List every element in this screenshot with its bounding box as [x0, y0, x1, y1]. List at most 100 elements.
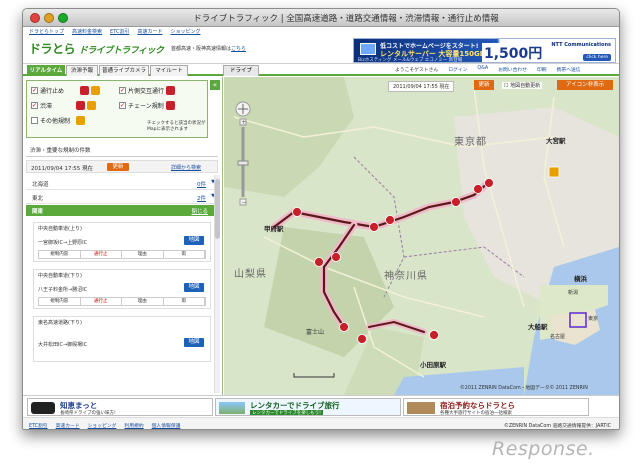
road-name: 東名高速道路(下り) [38, 320, 82, 326]
road-map-button[interactable]: 地図 [184, 236, 204, 245]
checkbox-congestion[interactable]: ✓ [31, 102, 38, 109]
road-card: 中央自動車道(下り) 八王子料金所→勝沼IC 地図 規制内容 通行止 理由 雨 [33, 269, 211, 309]
scrollbar-thumb[interactable] [215, 179, 220, 239]
collapse-sidebar-button[interactable]: « [210, 80, 220, 90]
mobile-link[interactable]: 携帯へ送信 [557, 66, 581, 73]
filter-closure[interactable]: ✓ 通行止め [31, 86, 101, 95]
road-section: 八王子料金所→勝沼IC [38, 287, 88, 293]
minimap-label-nagoya: 名古屋 [550, 334, 566, 340]
topnav-link[interactable]: 高速カード [137, 28, 162, 35]
footer-link[interactable]: 利用規約 [124, 422, 143, 429]
footer-copyright: ©ZENRIN DataCom 道路交通情報提供：JARTIC [504, 424, 611, 429]
top-nav: ドラとらトップ 高速料金検索 ETC割引 高速カード ショッピング [23, 27, 619, 36]
checkbox-alternate[interactable]: ✓ [119, 87, 126, 94]
sidebar-scrollbar[interactable] [214, 175, 220, 393]
sidebar-update-button[interactable]: 更新 [107, 163, 129, 171]
close-window-button[interactable] [30, 13, 40, 23]
banner-row: 知恵まっと 長崎県ドライブの強い味方! レンタカーでドライブ旅行 レンタカーでド… [23, 395, 619, 417]
logo-main: ドラとら [29, 42, 76, 56]
banner-hotel[interactable]: 宿泊予約ならドラとら 各種大手旅行サイトの宿泊一括検索 [403, 398, 589, 416]
checkbox-other[interactable] [31, 117, 38, 124]
filter-other[interactable]: その他規制 [31, 116, 86, 125]
filter-label: 通行止め [40, 88, 65, 95]
print-link[interactable]: 印刷 [537, 66, 547, 73]
top-advertisement[interactable]: 低コストでホームページをスタート! レンタルサーバー 大容量150GB Bizホ… [353, 38, 616, 63]
ad-price: 1,500円 [482, 43, 545, 62]
region-name: 関東 [32, 209, 44, 215]
response-watermark: Response. [492, 438, 595, 460]
map-update-button[interactable]: 更新 [474, 80, 494, 90]
title-bar: ドライブトラフィック | 全国高速道路・道路交通情報・渋滞情報・通行止め情報 [23, 9, 619, 27]
banner-sub: レンタカーでドライブを楽しもう! [250, 410, 323, 416]
hide-icons-button[interactable]: アイコン非表示 [557, 80, 613, 90]
map-label-odawara: 小田原駅 [420, 361, 446, 369]
tab-bar: リアルタイム 渋滞予報 普通ライブカメラ マイルート ドライブ ようこそゲストさ… [23, 64, 619, 76]
tab-livecamera[interactable]: 普通ライブカメラ [99, 65, 149, 76]
sidebar-timebar: 2011/09/04 17:55 現在 更新 詳細から検索 [26, 160, 218, 173]
site-logo[interactable]: ドラとら ドライブトラフィック [29, 40, 164, 57]
topnav-link[interactable]: ドラとらトップ [29, 28, 64, 35]
minimize-window-button[interactable] [44, 13, 54, 23]
grid-cell: 規制内容 [39, 298, 81, 305]
road-card: 東名高速道路(下り) 大井松田IC→御殿場IC 地図 [33, 316, 211, 362]
tab-realtime[interactable]: リアルタイム [27, 65, 65, 76]
region-close-link[interactable]: 閉じる [191, 207, 208, 215]
checkbox-chain[interactable]: ✓ [119, 102, 126, 109]
login-link[interactable]: ログイン [448, 66, 467, 73]
region-count[interactable]: 0件 [197, 180, 206, 188]
topnav-link[interactable]: ETC割引 [110, 28, 129, 35]
traffic-map[interactable]: + − 2011/09/04 17:55 現在 更新 ☐ 地図自動更新 アイコン… [224, 77, 619, 395]
detail-search-link[interactable]: 詳細から検索 [171, 164, 201, 171]
ad-click-button[interactable]: click here [583, 54, 611, 61]
region-row[interactable]: 北海道 0件 ▼ [26, 176, 218, 190]
road-card: 中央自動車道(上り) 一宮御坂IC→上野原IC 地図 規制内容 通行止 理由 雨 [33, 222, 211, 262]
area-note-link[interactable]: こちら [231, 46, 246, 52]
map-autoupdate-checkbox[interactable]: ☐ 地図自動更新 [502, 82, 543, 89]
footer-link[interactable]: ETC割引 [29, 422, 48, 429]
banner-chiematto[interactable]: 知恵まっと 長崎県ドライブの強い味方! [27, 398, 213, 416]
grid-cell: 雨 [164, 251, 205, 258]
qa-link[interactable]: Q&A [477, 66, 488, 73]
region-name: 東北 [32, 196, 44, 202]
map-copyright: ©2011 ZENRIN DataCom・地図データ© 2011 ZENRIN [460, 386, 588, 391]
other-regulation-icon [76, 116, 86, 125]
footer-link[interactable]: 高速カード [56, 422, 80, 429]
topnav-link[interactable]: ショッピング [170, 28, 200, 35]
road-name: 中央自動車道(上り) [38, 226, 82, 232]
region-count[interactable]: 2件 [197, 194, 206, 202]
filter-note: チェックすると該当の状況がMapに表示されます [147, 121, 206, 132]
site-header: ドラとら ドライブトラフィック 首都高速・阪神高速情報はこちら 低コストでホーム… [23, 36, 619, 64]
tab-myroute[interactable]: マイルート [150, 65, 188, 76]
banner-rentacar[interactable]: レンタカーでドライブ旅行 レンタカーでドライブを楽しもう! [215, 398, 401, 416]
area-note-text: 首都高速・阪神高速情報は [171, 46, 232, 52]
road-section: 大井松田IC→御殿場IC [38, 342, 88, 348]
region-kanto-header[interactable]: 関東 閉じる [26, 205, 218, 216]
tab-drive[interactable]: ドライブ [223, 65, 259, 76]
footer-link[interactable]: ショッピング [88, 422, 117, 429]
alternate-traffic-icon [166, 86, 176, 95]
road-section: 一宮御坂IC→上野原IC [38, 240, 88, 246]
map-label-fuji: 富士山 [306, 329, 325, 336]
filter-congestion[interactable]: ✓ 渋滞 [31, 101, 97, 110]
zoom-window-button[interactable] [58, 13, 68, 23]
window-title: ドライブトラフィック | 全国高速道路・道路交通情報・渋滞情報・通行止め情報 [193, 14, 499, 24]
ad-line3: Bizホスティング メール&ウェブ エコノミー 新登場 [358, 58, 463, 63]
map-autoupdate-label: 地図自動更新 [510, 83, 541, 89]
contact-link[interactable]: お問い合わせ [498, 66, 527, 73]
footer-link[interactable]: 個人情報保護 [152, 422, 181, 429]
road-map-button[interactable]: 地図 [184, 338, 204, 347]
region-row[interactable]: 東北 2件 ▼ [26, 190, 218, 204]
svg-text:−: − [242, 199, 247, 206]
checkbox-closure[interactable]: ✓ [31, 87, 38, 94]
road-scene-icon [219, 402, 245, 414]
topnav-link[interactable]: 高速料金検索 [72, 28, 102, 35]
filter-chain[interactable]: ✓ チェーン規制 [119, 101, 175, 110]
region-name: 北海道 [32, 182, 49, 188]
road-map-button[interactable]: 地図 [184, 283, 204, 292]
tab-forecast[interactable]: 渋滞予報 [66, 65, 98, 76]
main-content: ✓ 通行止め ✓ 片側交互通行 ✓ 渋滞 ✓ チェーン規制 その他規制 チェック… [23, 77, 619, 395]
filter-alternate[interactable]: ✓ 片側交互通行 [119, 86, 176, 95]
map-timestamp: 2011/09/04 17:55 現在 [388, 81, 455, 92]
filter-label: 渋滞 [40, 103, 53, 110]
minimap-label-niigata: 新潟 [568, 290, 579, 296]
